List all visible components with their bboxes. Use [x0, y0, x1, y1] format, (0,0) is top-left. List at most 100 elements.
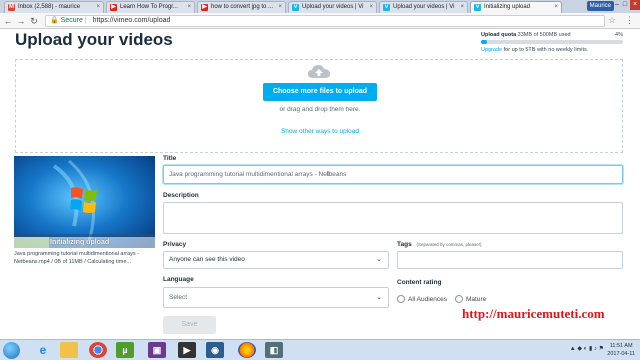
title-label: Title [163, 155, 177, 162]
media-player-icon[interactable]: ▶ [178, 342, 196, 358]
tags-label-text: Tags [397, 241, 412, 248]
close-icon[interactable]: × [96, 2, 100, 13]
quota-upgrade-line: Upgrade for up to 5TB with no weekly lim… [481, 47, 588, 53]
chevron-down-icon: ⌄ [376, 256, 382, 263]
tags-label: Tags (Separated by commas, please!) [397, 241, 482, 248]
utorrent-icon[interactable]: µ [116, 342, 134, 358]
title-value: Java programming tutorial multidimention… [169, 171, 347, 178]
tab-label: Inbox (2,588) - maurice [18, 4, 81, 10]
language-label: Language [163, 276, 194, 283]
url-input[interactable]: 🔒 Secure | https://vimeo.com/upload [45, 15, 605, 27]
content-rating-label: Content rating [397, 279, 442, 286]
rating-mature-label: Mature [466, 295, 487, 303]
vimeo-icon: v [383, 4, 390, 11]
browser-tab-strip: M Inbox (2,588) - maurice × ▶ Learn How … [0, 0, 640, 13]
menu-icon[interactable]: ⋮ [625, 15, 634, 26]
rating-all-label: All Audiences [408, 295, 448, 303]
tab-label: Learn How To Progr... [120, 4, 178, 10]
address-bar: ← → ↻ 🔒 Secure | https://vimeo.com/uploa… [0, 13, 640, 29]
profile-button[interactable]: Maurice [586, 1, 614, 11]
tags-hint: (Separated by commas, please!) [416, 242, 482, 247]
text-cursor-icon: I [327, 171, 329, 178]
quota-title: Upload quota [481, 32, 517, 38]
bookmark-star-icon[interactable]: ☆ [608, 15, 616, 26]
close-icon[interactable]: × [187, 2, 191, 13]
tab-upload-videos-2[interactable]: v Upload your videos | Vi × [379, 1, 468, 13]
choose-files-button[interactable]: Choose more files to upload [263, 83, 377, 101]
tags-input[interactable] [397, 251, 623, 269]
start-button[interactable] [3, 342, 20, 359]
quota-bar-fill [481, 40, 487, 44]
radio-circle[interactable] [397, 295, 405, 303]
quota-percent: 4% [615, 32, 623, 38]
description-textarea[interactable] [163, 202, 623, 234]
privacy-value: Anyone can see this video [169, 256, 245, 263]
privacy-select[interactable]: Anyone can see this video ⌄ [163, 251, 389, 269]
reload-icon[interactable]: ↻ [29, 15, 39, 27]
close-icon[interactable]: × [278, 2, 282, 13]
clock-time: 11:51 AM [609, 343, 633, 349]
vimeo-icon: v [292, 4, 299, 11]
tab-initializing-upload[interactable]: v Initializing upload × [470, 1, 562, 13]
other-ways-link[interactable]: Show other ways to upload [16, 128, 624, 135]
taskbar-clock[interactable]: 11:51 AM 2017-04-11 [607, 342, 635, 358]
windows-desktop-preview [14, 156, 155, 248]
vimeo-upload-page: Upload your videos Upload quota 33MB of … [0, 30, 640, 339]
maximize-icon[interactable]: □ [621, 0, 629, 10]
quota-detail: 33MB of 500MB used [517, 32, 571, 38]
cloud-upload-icon [308, 65, 330, 78]
lock-icon: 🔒 [50, 17, 59, 24]
camera-icon[interactable]: ◉ [206, 342, 224, 358]
close-icon[interactable]: × [369, 2, 373, 13]
upgrade-link[interactable]: Upgrade [481, 47, 502, 53]
presentation-icon[interactable]: ▣ [148, 342, 166, 358]
file-explorer-icon[interactable] [60, 342, 78, 358]
app-icon[interactable]: ◧ [265, 342, 283, 358]
title-input[interactable]: Java programming tutorial multidimention… [163, 165, 623, 184]
page-title: Upload your videos [15, 30, 173, 49]
chrome-icon[interactable] [89, 342, 107, 358]
back-arrow-icon[interactable]: ← [3, 15, 13, 27]
watermark-url: http://mauricemuteti.com [462, 306, 605, 321]
minimize-icon[interactable]: – [613, 0, 621, 10]
forward-arrow-icon[interactable]: → [16, 15, 26, 27]
radio-circle[interactable] [455, 295, 463, 303]
close-icon[interactable]: × [554, 2, 558, 13]
youtube-icon: ▶ [110, 4, 117, 11]
tab-label: Initializing upload [484, 4, 531, 10]
privacy-label: Privacy [163, 241, 187, 248]
tab-convert-jpg[interactable]: ▶ how to convert jpg to ... × [197, 1, 286, 13]
url-text: https://vimeo.com/upload [92, 17, 171, 24]
youtube-icon: ▶ [201, 4, 208, 11]
rating-mature-radio[interactable]: Mature [455, 295, 486, 303]
system-tray[interactable]: ▲ ◆ ◐ ▮ ♪ ⚑ [570, 345, 604, 352]
other-ways-label[interactable]: Show other ways to upload [281, 128, 359, 135]
firefox-icon[interactable] [238, 342, 256, 358]
file-info: Java programming tutorial multidimention… [14, 251, 140, 265]
vimeo-icon: v [474, 4, 481, 11]
quota-label: Upload quota 33MB of 500MB used [481, 32, 623, 38]
video-thumbnail: Initializing upload [14, 156, 155, 248]
close-icon[interactable]: × [460, 2, 464, 13]
quota-bar [481, 40, 623, 44]
upload-status: Initializing upload [14, 237, 155, 248]
tab-learn-programming[interactable]: ▶ Learn How To Progr... × [106, 1, 195, 13]
window-close-icon[interactable]: × [630, 0, 640, 10]
language-placeholder: Select [169, 294, 188, 301]
tab-label: how to convert jpg to ... [211, 4, 274, 10]
internet-explorer-icon[interactable]: e [34, 342, 52, 358]
chevron-down-icon: ⌄ [376, 294, 382, 301]
upgrade-text: for up to 5TB with no weekly limits. [503, 47, 589, 53]
language-select[interactable]: Select ⌄ [163, 287, 389, 308]
clock-date: 2017-04-11 [607, 351, 635, 357]
tab-gmail-inbox[interactable]: M Inbox (2,588) - maurice × [4, 1, 104, 13]
rating-all-audiences-radio[interactable]: All Audiences [397, 295, 447, 303]
drag-drop-text: or drag and drop them here. [279, 106, 361, 113]
upload-quota: Upload quota 33MB of 500MB used 4% Upgra… [481, 32, 623, 53]
upload-dropzone[interactable]: Choose more files to upload or drag and … [15, 59, 623, 153]
save-button[interactable]: Save [163, 316, 216, 334]
description-label: Description [163, 192, 199, 199]
secure-label: Secure [60, 17, 83, 24]
gmail-icon: M [8, 4, 15, 11]
tab-upload-videos-1[interactable]: v Upload your videos | Vi × [288, 1, 377, 13]
